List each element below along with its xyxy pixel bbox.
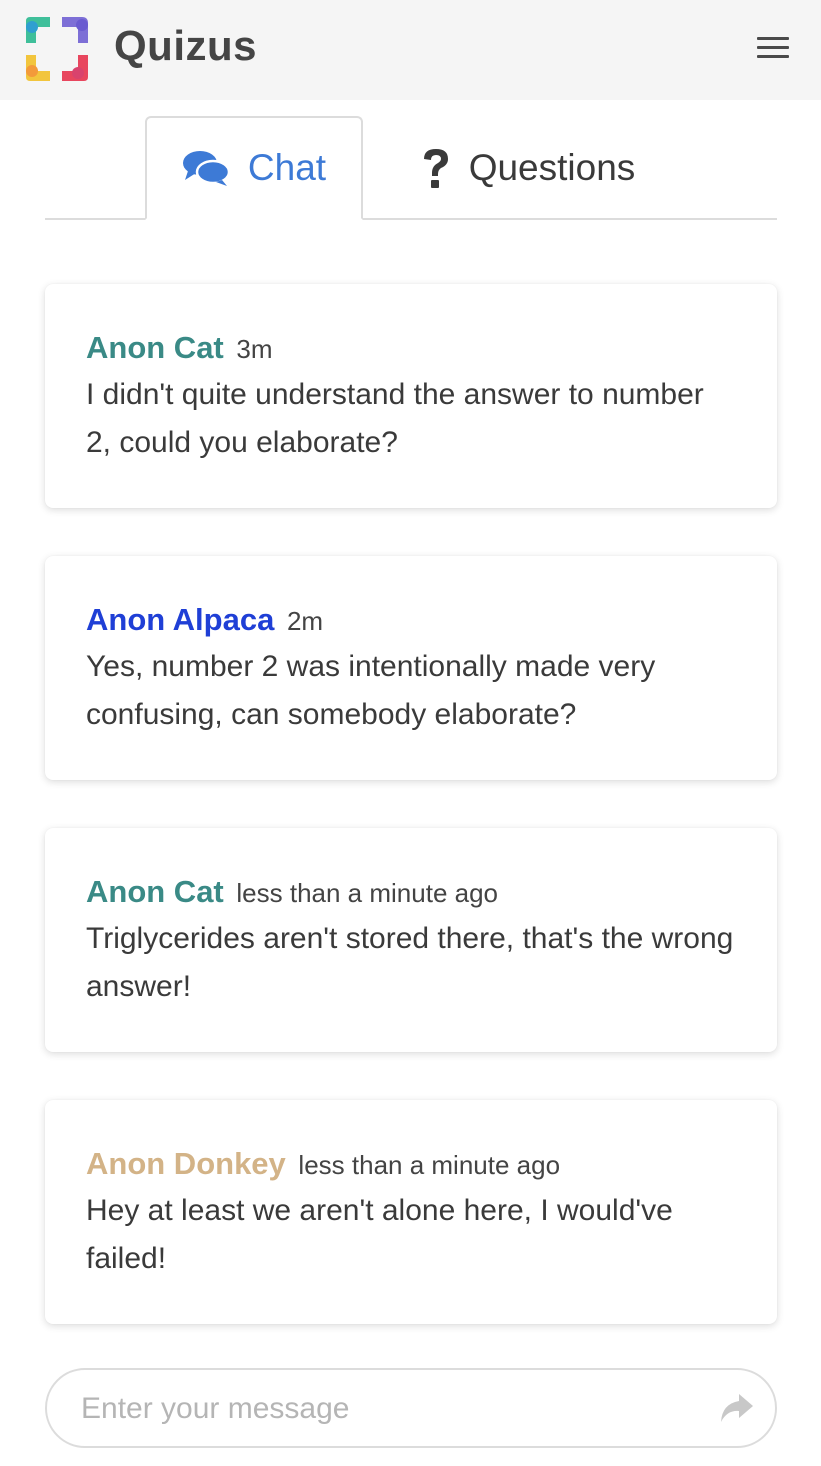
message-timestamp: 2m bbox=[286, 606, 324, 636]
tab-questions-label: Questions bbox=[468, 147, 636, 188]
tab-bar: Chat Questions bbox=[45, 116, 777, 220]
message-text: I didn't quite understand the answer to … bbox=[86, 378, 704, 459]
message-meta: Anon Alpaca 2m bbox=[86, 600, 737, 641]
message-timestamp: less than a minute ago bbox=[236, 878, 499, 908]
message-text: Triglycerides aren't stored there, that'… bbox=[86, 922, 734, 1003]
message-text: Yes, number 2 was intentionally made ver… bbox=[86, 650, 656, 731]
message-text: Hey at least we aren't alone here, I wou… bbox=[86, 1194, 673, 1275]
message-author[interactable]: Anon Cat bbox=[86, 330, 224, 365]
message-meta: Anon Donkey less than a minute ago bbox=[86, 1144, 737, 1185]
chat-bubbles-icon bbox=[182, 149, 230, 187]
message-meta: Anon Cat less than a minute ago bbox=[86, 872, 737, 913]
message-author[interactable]: Anon Donkey bbox=[86, 1146, 286, 1181]
share-arrow-icon[interactable] bbox=[719, 1392, 755, 1424]
message-meta: Anon Cat 3m bbox=[86, 328, 737, 369]
tab-chat-label: Chat bbox=[247, 147, 327, 188]
app-title: Quizus bbox=[114, 22, 258, 69]
chat-message-card: Anon Cat less than a minute ago Triglyce… bbox=[45, 828, 777, 1052]
message-author[interactable]: Anon Alpaca bbox=[86, 602, 274, 637]
tab-questions[interactable]: Questions bbox=[363, 116, 693, 220]
message-timestamp: less than a minute ago bbox=[298, 1150, 561, 1180]
question-mark-icon bbox=[421, 147, 451, 189]
message-input[interactable] bbox=[81, 1384, 701, 1434]
top-navbar: Quizus bbox=[0, 0, 821, 100]
chat-message-card: Anon Cat 3m I didn't quite understand th… bbox=[45, 284, 777, 508]
quizus-logo-icon[interactable] bbox=[20, 13, 92, 85]
message-timestamp: 3m bbox=[236, 334, 273, 364]
message-composer bbox=[45, 1368, 777, 1448]
hamburger-menu-icon[interactable] bbox=[755, 34, 791, 62]
message-author[interactable]: Anon Cat bbox=[86, 874, 224, 909]
chat-message-card: Anon Alpaca 2m Yes, number 2 was intenti… bbox=[45, 556, 777, 780]
chat-message-card: Anon Donkey less than a minute ago Hey a… bbox=[45, 1100, 777, 1324]
tab-chat[interactable]: Chat bbox=[145, 116, 363, 220]
